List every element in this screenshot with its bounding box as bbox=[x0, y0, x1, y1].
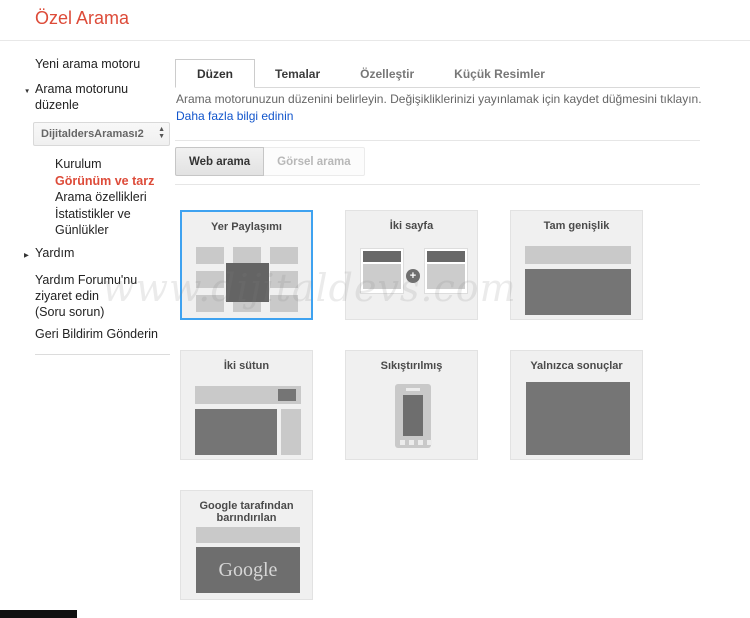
add-icon: + bbox=[406, 269, 420, 283]
custom-search-settings-page: Özel Arama Yeni arama motoru ▼ Arama mot… bbox=[0, 0, 750, 618]
layout-thumbnail-compact bbox=[346, 351, 477, 459]
sidebar-item-new-engine[interactable]: Yeni arama motoru bbox=[22, 56, 174, 72]
layout-option-results-only[interactable]: Yalnızca sonuçlar bbox=[510, 350, 643, 460]
bottom-artifact-bar bbox=[0, 610, 77, 618]
layout-option-full-width[interactable]: Tam genişlik bbox=[510, 210, 643, 320]
sidebar-item-label: Yeni arama motoru bbox=[35, 57, 141, 71]
tab-thumbnails[interactable]: Küçük Resimler bbox=[434, 61, 565, 87]
layout-thumbnail-two-page: + bbox=[346, 211, 477, 319]
sidebar-item-setup[interactable]: Kurulum bbox=[55, 156, 167, 173]
layout-option-overlay[interactable]: Yer Paylaşımı bbox=[180, 210, 313, 320]
tab-themes[interactable]: Temalar bbox=[255, 61, 340, 87]
sidebar-divider bbox=[35, 353, 170, 355]
sidebar-item-statistics-logs[interactable]: İstatistikler ve Günlükler bbox=[55, 206, 167, 239]
engine-select[interactable]: DijitaldersAraması2 ▲ ▼ bbox=[33, 122, 170, 146]
tab-bar: Düzen Temalar Özelleştir Küçük Resimler bbox=[175, 59, 700, 88]
header-divider bbox=[0, 40, 750, 41]
tab-customize[interactable]: Özelleştir bbox=[340, 61, 434, 87]
engine-select-value: DijitaldersAraması2 bbox=[41, 128, 144, 140]
section-divider bbox=[175, 184, 700, 185]
help-forum-note: (Soru sorun) bbox=[35, 304, 105, 319]
search-type-toggle: Web arama Görsel arama bbox=[175, 147, 365, 176]
web-search-toggle-button[interactable]: Web arama bbox=[175, 147, 265, 176]
sidebar-item-label: Arama motorunu düzenle bbox=[35, 82, 129, 112]
sidebar-item-feedback[interactable]: Geri Bildirim Gönderin bbox=[35, 326, 174, 342]
sidebar-item-help-forum[interactable]: Yardım Forumu'nu ziyaret edin (Soru soru… bbox=[35, 272, 174, 320]
select-arrows-icon: ▲ ▼ bbox=[158, 126, 165, 140]
layout-option-compact[interactable]: Sıkıştırılmış bbox=[345, 350, 478, 460]
spinner-up-icon: ▲ bbox=[158, 126, 165, 133]
help-forum-label: Yardım Forumu'nu ziyaret edin bbox=[35, 272, 138, 303]
sidebar-item-edit-engine[interactable]: ▼ Arama motorunu düzenle bbox=[22, 81, 174, 113]
page-title: Özel Arama bbox=[35, 8, 130, 28]
layout-thumbnail-overlay bbox=[182, 212, 311, 318]
sidebar-subnav: Kurulum Görünüm ve tarz Arama özellikler… bbox=[55, 156, 174, 239]
spinner-down-icon: ▼ bbox=[158, 133, 165, 140]
sidebar-item-label: Yardım bbox=[35, 245, 75, 260]
overlay-result-block bbox=[226, 263, 269, 302]
sidebar-item-look-and-feel[interactable]: Görünüm ve tarz bbox=[55, 173, 167, 190]
sidebar: Yeni arama motoru ▼ Arama motorunu düzen… bbox=[22, 56, 174, 355]
layout-option-two-page[interactable]: İki sayfa + bbox=[345, 210, 478, 320]
google-logo: Google bbox=[218, 558, 278, 581]
layout-thumbnail-full-width bbox=[511, 211, 642, 319]
layout-thumbnail-google-hosted: Google bbox=[181, 491, 312, 599]
layout-thumbnail-two-column bbox=[181, 351, 312, 459]
sidebar-item-help[interactable]: ▶ Yardım bbox=[22, 245, 174, 263]
chevron-right-icon: ▶ bbox=[23, 250, 29, 258]
layout-option-two-column[interactable]: İki sütun bbox=[180, 350, 313, 460]
tab-layout[interactable]: Düzen bbox=[175, 59, 255, 88]
layout-option-google-hosted[interactable]: Google tarafından barındırılan Google bbox=[180, 490, 313, 600]
image-search-toggle-button[interactable]: Görsel arama bbox=[264, 147, 365, 176]
layout-description: Arama motorunuzun düzenini belirleyin. D… bbox=[176, 92, 702, 106]
learn-more-link[interactable]: Daha fazla bilgi edinin bbox=[176, 109, 293, 123]
sidebar-item-search-features[interactable]: Arama özellikleri bbox=[55, 189, 167, 206]
chevron-down-icon: ▼ bbox=[23, 87, 31, 95]
layout-thumbnail-results-only bbox=[511, 351, 642, 459]
section-divider bbox=[175, 140, 700, 141]
